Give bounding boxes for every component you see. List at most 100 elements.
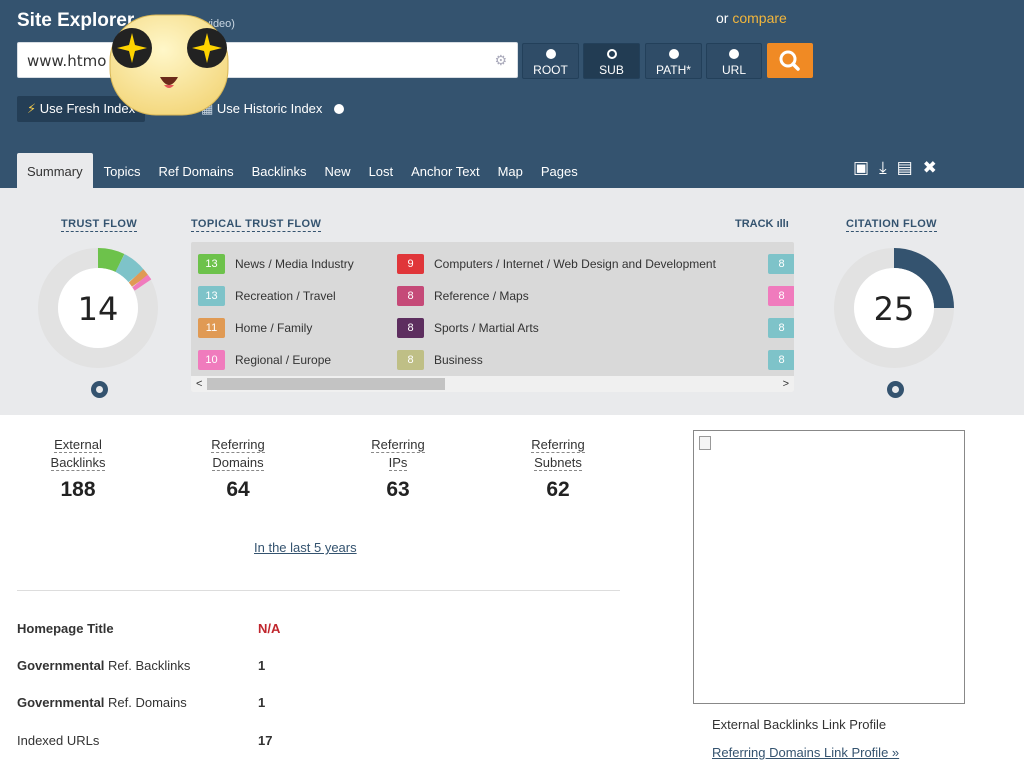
info-key: Indexed URLs	[17, 733, 100, 748]
topical-trust-flow-label[interactable]: TOPICAL TRUST FLOW	[191, 218, 322, 232]
tab-anchor-text[interactable]: Anchor Text	[404, 153, 486, 188]
scope-sub-button[interactable]: SUB	[583, 43, 640, 79]
tools-icon[interactable]: ✖	[923, 158, 937, 178]
stat-label-line: External	[54, 437, 102, 453]
info-value: 1	[258, 658, 266, 673]
external-backlinks-profile-label: External Backlinks Link Profile	[712, 717, 887, 732]
last-5-years-link[interactable]: In the last 5 years	[254, 540, 357, 555]
bar-chart-icon: ıllı	[776, 218, 789, 230]
topic-item[interactable]: 9 Computers / Internet / Web Design and D…	[397, 254, 716, 274]
topic-item[interactable]: 8	[768, 318, 794, 338]
tab-bar: Summary Topics Ref Domains Backlinks New…	[17, 153, 589, 189]
search-icon	[779, 50, 800, 71]
tab-pages[interactable]: Pages	[534, 153, 585, 188]
link-profile-chart-frame	[693, 430, 965, 704]
stat-label[interactable]: Referring Subnets	[498, 436, 618, 472]
scroll-right-icon[interactable]: >	[783, 376, 789, 392]
stat-value: 63	[386, 478, 410, 501]
topic-badge: 8	[397, 318, 424, 338]
topic-badge: 8	[768, 254, 794, 274]
topic-badge: 10	[198, 350, 225, 370]
compare-area: or compare	[716, 10, 787, 26]
gear-icon[interactable]: ⚙	[494, 52, 507, 69]
search-button[interactable]	[767, 43, 813, 78]
scope-url-button[interactable]: URL	[706, 43, 762, 79]
scroll-left-icon[interactable]: <	[196, 376, 202, 392]
topic-badge: 13	[198, 286, 225, 306]
scroll-thumb[interactable]	[207, 378, 445, 390]
topic-item[interactable]: 8 Sports / Martial Arts	[397, 318, 539, 338]
topic-badge: 11	[198, 318, 225, 338]
tab-topics[interactable]: Topics	[97, 153, 148, 188]
topic-item[interactable]: 8 Reference / Maps	[397, 286, 529, 306]
url-input[interactable]: www.htmo ⚙	[17, 42, 518, 78]
scope-root-label: ROOT	[533, 63, 568, 77]
tool-icons: ▣ ⤓ ▤ ✖	[853, 158, 937, 178]
compare-link[interactable]: compare	[732, 10, 786, 26]
citation-flow-label[interactable]: CITATION FLOW	[846, 218, 937, 232]
info-value: N/A	[258, 621, 281, 636]
horizontal-scrollbar[interactable]: < >	[191, 376, 794, 392]
topic-badge: 8	[768, 350, 794, 370]
referring-domains-profile-link[interactable]: Referring Domains Link Profile »	[712, 745, 899, 760]
info-key: Governmental Ref. Backlinks	[17, 658, 191, 673]
topical-trust-flow-panel: 13 News / Media Industry 13 Recreation / T…	[191, 242, 794, 392]
stat-label-line: IPs	[388, 455, 408, 471]
radio-icon	[668, 49, 679, 59]
topic-label: News / Media Industry	[235, 257, 354, 271]
mascot-face-icon	[108, 13, 230, 117]
historic-index-label: Use Historic Index	[216, 101, 323, 116]
info-key: Governmental Ref. Domains	[17, 695, 187, 710]
topic-item[interactable]: 8 Business	[397, 350, 483, 370]
radio-icon[interactable]	[334, 104, 345, 114]
citation-flow-history-icon[interactable]	[887, 381, 904, 398]
url-input-value: www.htmo	[27, 52, 107, 70]
tab-ref-domains[interactable]: Ref Domains	[151, 153, 240, 188]
scope-path-button[interactable]: PATH*	[645, 43, 702, 79]
topic-item[interactable]: 8	[768, 350, 794, 370]
radio-icon	[545, 49, 556, 59]
info-value: 1	[258, 695, 266, 710]
topic-item[interactable]: 8	[768, 286, 794, 306]
info-key: Homepage Title	[17, 621, 114, 636]
topic-item[interactable]: 10 Regional / Europe	[198, 350, 331, 370]
topic-item[interactable]: 13 Recreation / Travel	[198, 286, 336, 306]
stat-label-line: Referring	[211, 437, 265, 453]
export-sheet-icon[interactable]: ▤	[897, 158, 913, 178]
trust-flow-gauge: 14	[38, 247, 158, 368]
stat-label[interactable]: External Backlinks	[18, 436, 138, 472]
stat-referring-domains: Referring Domains 64	[178, 436, 298, 502]
download-icon[interactable]: ⤓	[879, 158, 887, 178]
stat-label[interactable]: Referring IPs	[338, 436, 458, 472]
topic-badge: 8	[768, 286, 794, 306]
stat-value: 188	[60, 478, 96, 501]
tab-lost[interactable]: Lost	[362, 153, 401, 188]
stat-referring-ips: Referring IPs 63	[338, 436, 458, 502]
broken-image-icon	[699, 436, 711, 450]
or-label: or	[716, 10, 729, 26]
trust-flow-label[interactable]: TRUST FLOW	[61, 218, 138, 232]
topic-item[interactable]: 8	[768, 254, 794, 274]
trust-flow-history-icon[interactable]	[91, 381, 108, 398]
stat-value: 64	[226, 478, 250, 501]
scope-sub-label: SUB	[599, 63, 624, 77]
topic-badge: 8	[397, 350, 424, 370]
stat-label-line: Referring	[371, 437, 425, 453]
radio-icon	[729, 49, 739, 59]
stat-label[interactable]: Referring Domains	[178, 436, 298, 472]
scope-path-label: PATH*	[656, 63, 691, 77]
info-value: 17	[258, 733, 273, 748]
add-report-icon[interactable]: ▣	[853, 158, 869, 178]
scope-url-label: URL	[721, 63, 746, 77]
tab-backlinks[interactable]: Backlinks	[245, 153, 314, 188]
stat-value: 62	[546, 478, 570, 501]
topic-item[interactable]: 13 News / Media Industry	[198, 254, 354, 274]
tab-new[interactable]: New	[318, 153, 358, 188]
tab-map[interactable]: Map	[491, 153, 530, 188]
topic-label: Sports / Martial Arts	[434, 321, 539, 335]
track-button[interactable]: TRACK ıllı	[735, 218, 789, 230]
tab-summary[interactable]: Summary	[17, 153, 93, 188]
topic-item[interactable]: 11 Home / Family	[198, 318, 312, 338]
stat-referring-subnets: Referring Subnets 62	[498, 436, 618, 502]
scope-root-button[interactable]: ROOT	[522, 43, 579, 79]
